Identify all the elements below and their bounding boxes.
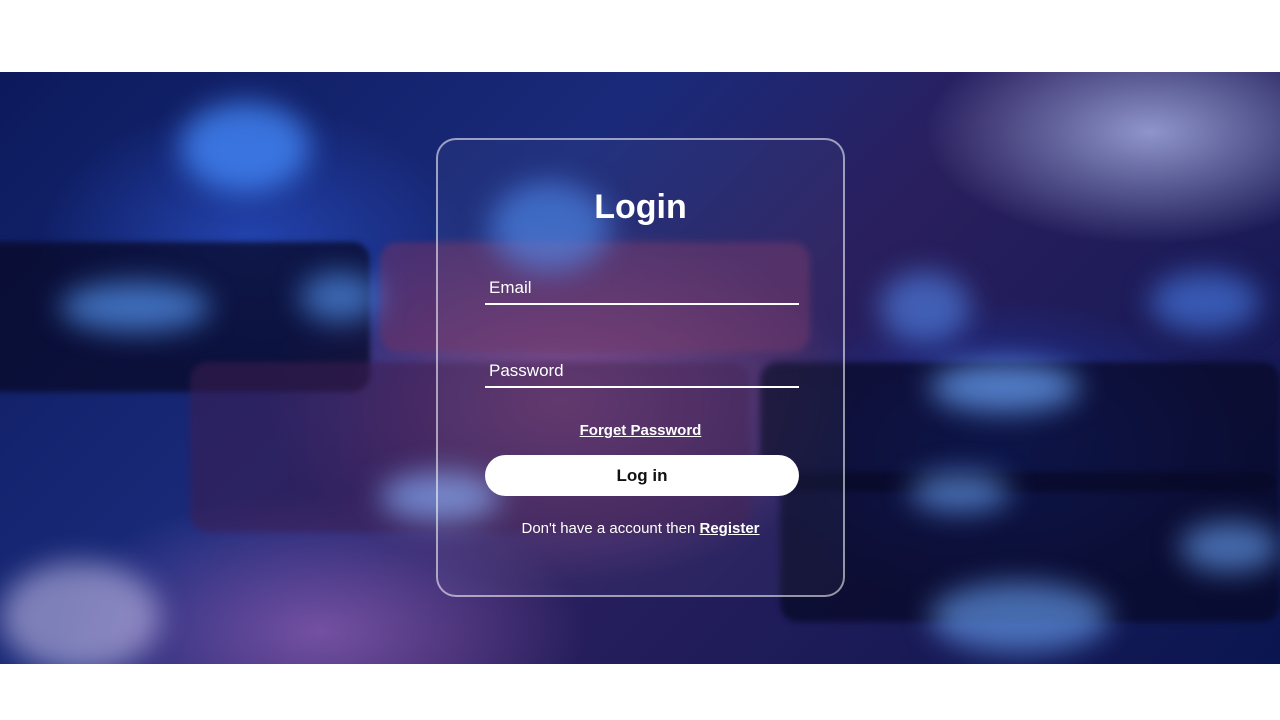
bokeh-light: [910, 472, 1010, 512]
bokeh-light: [930, 582, 1110, 652]
login-title: Login: [594, 188, 687, 226]
bokeh-light: [930, 362, 1080, 412]
password-field-wrapper: [485, 356, 799, 388]
bokeh-light: [300, 272, 380, 322]
login-button[interactable]: Log in: [485, 455, 799, 496]
bokeh-light: [1180, 522, 1280, 572]
login-card: Login Forget Password Log in Don't have …: [436, 138, 845, 597]
forgot-password-row: Forget Password: [438, 422, 843, 440]
bokeh-light: [0, 562, 160, 664]
bokeh-light: [180, 102, 310, 192]
register-link[interactable]: Register: [699, 520, 759, 537]
register-row: Don't have a account then Register: [438, 520, 843, 537]
email-field-wrapper: [485, 273, 799, 305]
bokeh-light: [1150, 272, 1260, 332]
email-input[interactable]: [485, 273, 799, 303]
forgot-password-link[interactable]: Forget Password: [580, 422, 702, 439]
bokeh-light: [880, 272, 970, 342]
register-prompt: Don't have a account then: [521, 520, 700, 537]
password-input[interactable]: [485, 356, 799, 386]
bokeh-light: [60, 282, 210, 332]
